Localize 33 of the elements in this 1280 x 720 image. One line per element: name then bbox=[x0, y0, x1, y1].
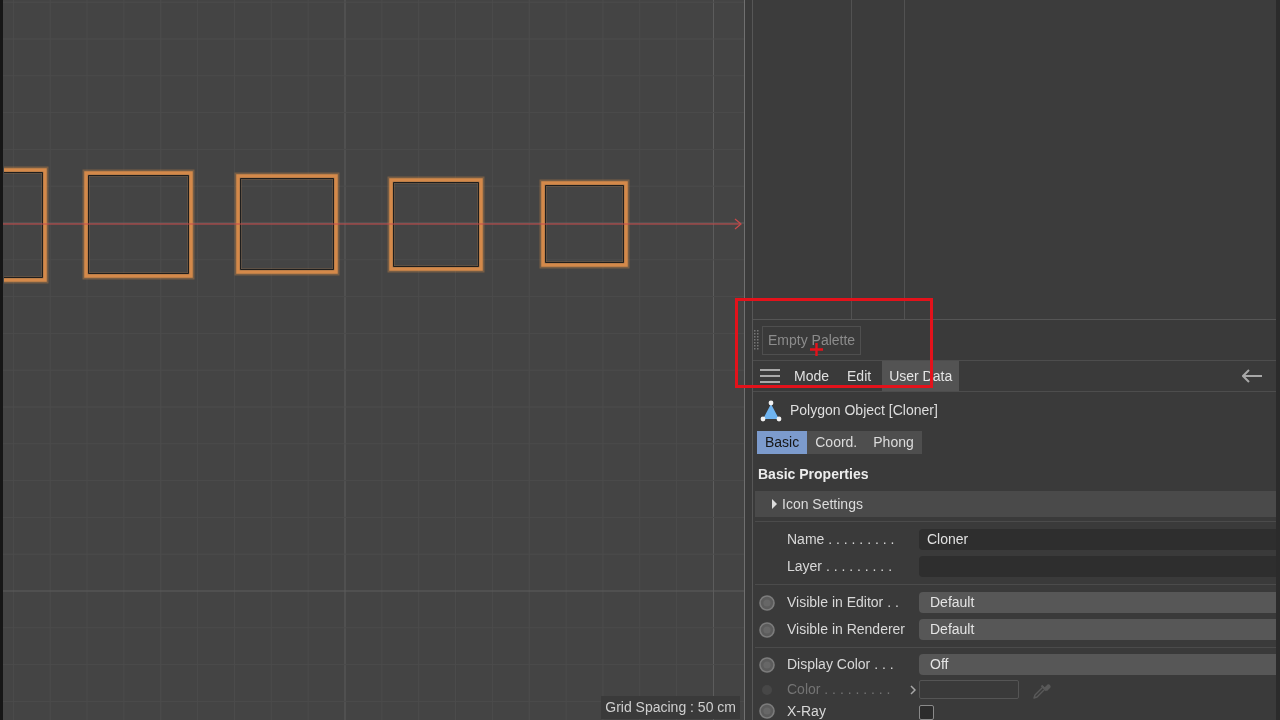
grid-spacing-label: Grid Spacing : 50 cm bbox=[601, 696, 740, 719]
back-arrow-icon[interactable] bbox=[1242, 369, 1262, 383]
group-header[interactable]: Icon Settings bbox=[755, 491, 1276, 517]
tab[interactable]: Basic bbox=[757, 431, 808, 454]
color-field[interactable] bbox=[919, 680, 1019, 699]
drag-handle-icon[interactable] bbox=[754, 330, 759, 350]
crosshair-cursor-icon bbox=[810, 343, 823, 356]
keyframe-circle-icon[interactable] bbox=[759, 703, 775, 719]
object-title: Polygon Object [Cloner] bbox=[790, 401, 938, 420]
dropdown-field[interactable]: Default bbox=[919, 619, 1276, 640]
dropdown-field[interactable]: Off bbox=[919, 654, 1276, 675]
text-field[interactable]: Cloner bbox=[919, 529, 1276, 550]
menu-item[interactable]: Mode bbox=[787, 361, 837, 391]
field-label: Color . . . . . . . . . bbox=[787, 680, 891, 699]
checkbox[interactable] bbox=[919, 705, 934, 720]
field-label: Visible in Editor . . bbox=[787, 593, 899, 612]
chevron-right-icon[interactable] bbox=[910, 684, 916, 695]
field-label: Layer . . . . . . . . . bbox=[787, 557, 893, 576]
field-label: Visible in Renderer bbox=[787, 620, 906, 639]
field-label: Display Color . . . bbox=[787, 655, 894, 674]
tab[interactable]: Phong bbox=[865, 431, 922, 454]
field-label: X-Ray bbox=[787, 701, 826, 720]
section-title: Basic Properties bbox=[758, 464, 869, 484]
keyframe-circle-icon[interactable] bbox=[759, 594, 775, 611]
menu-item[interactable]: Edit bbox=[840, 361, 879, 391]
menu-icon[interactable] bbox=[760, 369, 780, 383]
keyframe-circle-icon[interactable] bbox=[759, 656, 775, 673]
keyframe-circle-icon[interactable] bbox=[759, 621, 775, 638]
dropdown-field[interactable]: Default bbox=[919, 592, 1276, 613]
field-label: Name . . . . . . . . . bbox=[787, 530, 895, 549]
empty-palette-slot: Empty Palette bbox=[762, 325, 862, 355]
triangle-icon bbox=[760, 399, 782, 422]
tab[interactable]: Coord. bbox=[807, 431, 866, 454]
